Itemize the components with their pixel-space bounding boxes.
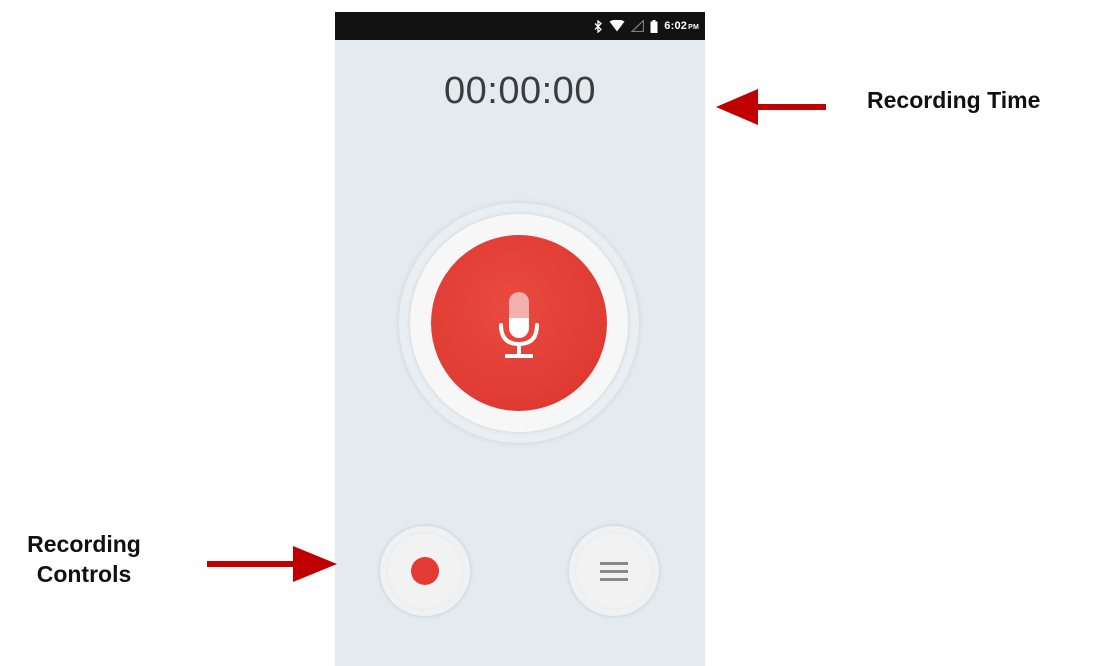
signal-icon bbox=[631, 20, 645, 32]
recording-controls-label-line1: Recording bbox=[27, 531, 141, 557]
bluetooth-icon bbox=[594, 19, 603, 33]
recording-time-label: Recording Time bbox=[867, 87, 1041, 113]
recording-controls-label-line2: Controls bbox=[36, 561, 132, 587]
phone-screen: 6:02PM 00:00:00 bbox=[335, 12, 705, 666]
mic-button-ring bbox=[410, 214, 628, 432]
record-dot-icon bbox=[411, 557, 439, 585]
recording-timer: 00:00:00 bbox=[444, 70, 596, 112]
battery-icon bbox=[650, 19, 658, 33]
record-microphone-button[interactable] bbox=[431, 235, 607, 411]
recording-time-arrow bbox=[716, 89, 826, 125]
status-time-ampm: PM bbox=[688, 24, 699, 31]
recording-controls-arrow bbox=[207, 546, 337, 582]
record-button-inner bbox=[386, 532, 464, 610]
record-button[interactable] bbox=[380, 526, 470, 616]
mic-button-outer-ring bbox=[399, 203, 639, 443]
list-icon bbox=[600, 562, 628, 581]
recordings-list-button[interactable] bbox=[569, 526, 659, 616]
status-icons: 6:02PM bbox=[594, 17, 699, 35]
recordings-list-button-inner bbox=[575, 532, 653, 610]
recording-controls-label: Recording Controls bbox=[10, 529, 158, 589]
status-bar: 6:02PM bbox=[335, 12, 705, 40]
wifi-icon bbox=[609, 20, 625, 32]
microphone-icon bbox=[499, 292, 539, 358]
status-time: 6:02PM bbox=[664, 20, 699, 32]
status-time-value: 6:02 bbox=[664, 20, 688, 32]
